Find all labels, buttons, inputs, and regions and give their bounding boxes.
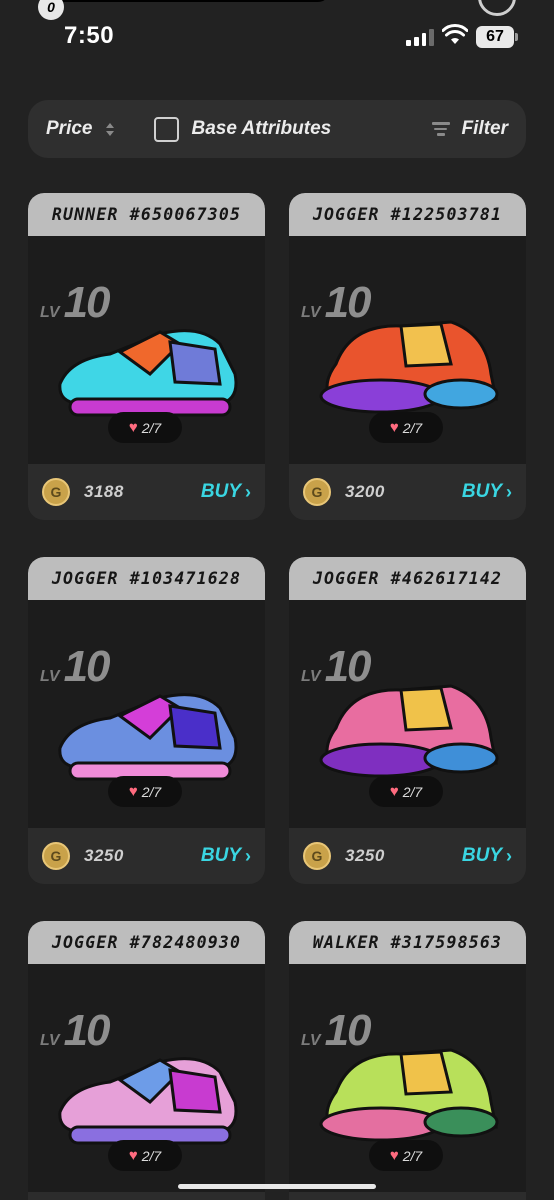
card-art: LV 10 ♥ 2/7	[28, 600, 265, 828]
card-footer: G 3200 BUY ›	[289, 464, 526, 520]
sneaker-image	[58, 693, 238, 781]
sneaker-card[interactable]: WALKER #317598563 LV 10 ♥ 2/7	[289, 921, 526, 1200]
durability-value: 2/7	[141, 419, 162, 436]
sneaker-card[interactable]: JOGGER #103471628 LV 10 ♥ 2/7 G 3250 BUY…	[28, 557, 265, 884]
filter-label: Filter	[461, 118, 508, 139]
base-attributes-toggle[interactable]: Base Attributes	[154, 116, 332, 142]
base-attributes-checkbox[interactable]	[154, 116, 180, 142]
card-price: 3200	[345, 482, 385, 501]
chevron-right-icon: ›	[245, 845, 251, 866]
sneaker-card[interactable]: JOGGER #782480930 LV 10 ♥ 2/7	[28, 921, 265, 1200]
gst-coin-icon: G	[42, 842, 70, 870]
card-title: JOGGER #103471628	[28, 557, 265, 600]
gst-coin-icon: G	[303, 478, 331, 506]
durability-badge: ♥ 2/7	[108, 412, 182, 443]
durability-value: 2/7	[402, 783, 423, 800]
chevron-right-icon: ›	[245, 481, 251, 502]
durability-badge: ♥ 2/7	[369, 412, 443, 443]
home-indicator[interactable]	[178, 1184, 376, 1189]
card-price: 3250	[345, 846, 385, 865]
sort-label: Price	[46, 118, 93, 139]
filter-toolbar: Price Base Attributes Filter	[28, 100, 526, 158]
chevron-right-icon: ›	[506, 845, 512, 866]
heart-icon: ♥	[389, 419, 399, 436]
sneaker-image	[319, 1048, 499, 1142]
card-art: LV 10 ♥ 2/7	[28, 236, 265, 464]
sneaker-image	[58, 1057, 238, 1145]
profile-ring-icon	[478, 0, 516, 16]
card-title: RUNNER #650067305	[28, 193, 265, 236]
durability-badge: ♥ 2/7	[108, 1140, 182, 1171]
status-time: 7:50	[64, 22, 115, 49]
heart-icon: ♥	[128, 419, 138, 436]
base-attributes-label: Base Attributes	[191, 118, 332, 139]
heart-icon: ♥	[128, 783, 138, 800]
buy-button[interactable]: BUY ›	[462, 481, 512, 503]
durability-badge: ♥ 2/7	[108, 776, 182, 807]
sneaker-image	[58, 329, 238, 417]
card-footer: G 3188 BUY ›	[28, 464, 265, 520]
sneaker-image	[319, 684, 499, 778]
cellular-signal-icon	[406, 28, 434, 46]
card-art: LV 10 ♥ 2/7	[289, 600, 526, 828]
sort-arrows-icon	[106, 122, 115, 136]
filter-button[interactable]: Filter	[431, 118, 508, 140]
card-title: WALKER #317598563	[289, 921, 526, 964]
durability-badge: ♥ 2/7	[369, 1140, 443, 1171]
buy-button[interactable]: BUY ›	[201, 481, 251, 503]
durability-value: 2/7	[402, 1147, 423, 1164]
buy-label: BUY	[200, 845, 241, 866]
card-price: 3188	[84, 482, 124, 501]
buy-button[interactable]: BUY ›	[201, 845, 251, 867]
card-title: JOGGER #782480930	[28, 921, 265, 964]
sneaker-image	[319, 320, 499, 414]
durability-value: 2/7	[141, 783, 162, 800]
card-art: LV 10 ♥ 2/7	[28, 964, 265, 1192]
top-notch	[34, 0, 330, 2]
sneaker-card[interactable]: JOGGER #122503781 LV 10 ♥ 2/7 G 3200 BUY…	[289, 193, 526, 520]
heart-icon: ♥	[128, 1147, 138, 1164]
chevron-right-icon: ›	[506, 481, 512, 502]
gst-coin-icon: G	[303, 842, 331, 870]
sort-price-button[interactable]: Price	[46, 118, 115, 140]
battery-icon: 67	[476, 26, 518, 48]
durability-value: 2/7	[402, 419, 423, 436]
durability-value: 2/7	[141, 1147, 162, 1164]
card-footer: G 3250 BUY ›	[28, 828, 265, 884]
buy-label: BUY	[461, 845, 502, 866]
zero-badge-icon: 0	[38, 0, 64, 20]
card-title: JOGGER #122503781	[289, 193, 526, 236]
buy-label: BUY	[200, 481, 241, 502]
card-price: 3250	[84, 846, 124, 865]
card-title: JOGGER #462617142	[289, 557, 526, 600]
filter-icon	[431, 122, 450, 136]
sneaker-card[interactable]: JOGGER #462617142 LV 10 ♥ 2/7 G 3250 BUY…	[289, 557, 526, 884]
wifi-icon	[442, 24, 468, 44]
buy-button[interactable]: BUY ›	[462, 845, 512, 867]
card-footer: G 3250 BUY ›	[289, 828, 526, 884]
sneaker-card[interactable]: RUNNER #650067305 LV 10 ♥ 2/7 G 3188 BUY…	[28, 193, 265, 520]
heart-icon: ♥	[389, 1147, 399, 1164]
buy-label: BUY	[461, 481, 502, 502]
heart-icon: ♥	[389, 783, 399, 800]
gst-coin-icon: G	[42, 478, 70, 506]
durability-badge: ♥ 2/7	[369, 776, 443, 807]
status-bar: 0 7:50 67	[0, 0, 554, 70]
card-art: LV 10 ♥ 2/7	[289, 964, 526, 1192]
card-art: LV 10 ♥ 2/7	[289, 236, 526, 464]
